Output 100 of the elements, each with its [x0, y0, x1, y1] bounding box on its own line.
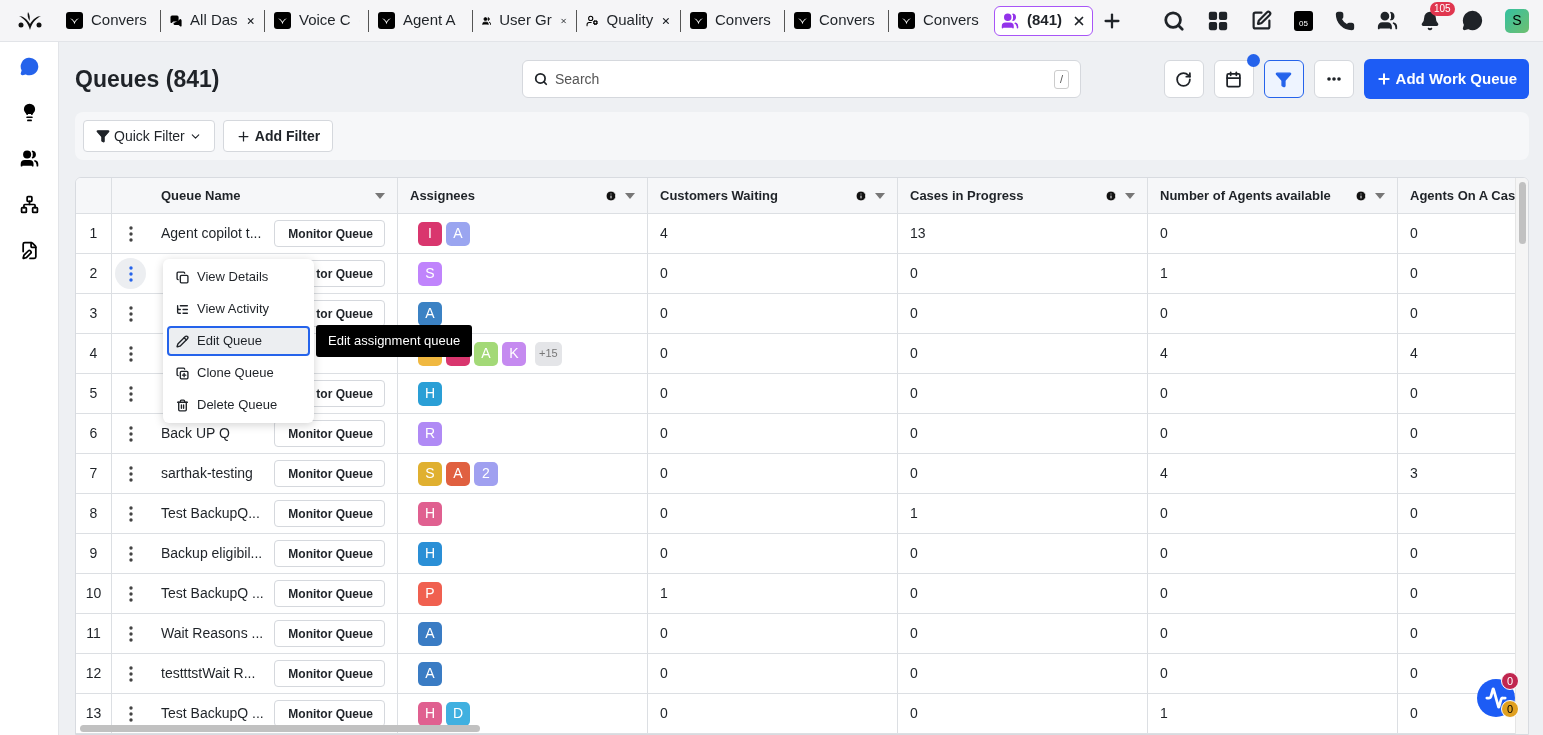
sort-caret-icon[interactable] — [1125, 192, 1135, 199]
column-header[interactable]: Queue Name — [149, 178, 398, 213]
add-work-queue-button[interactable]: Add Work Queue — [1363, 59, 1529, 99]
table-cell-text: 0 — [1410, 584, 1418, 603]
table-cell-text: 4 — [1160, 464, 1168, 483]
monitor-queue-button[interactable]: Monitor Queue — [274, 660, 385, 687]
grid-icon[interactable] — [1207, 9, 1229, 32]
queue-name: Agent copilot t... — [161, 224, 262, 243]
table-cell-text: 0 — [910, 424, 918, 443]
row-number: 2 — [76, 254, 112, 293]
calendar-icon[interactable]: 05 — [1294, 10, 1313, 31]
app-tab[interactable]: Convers — [683, 5, 782, 36]
phone-icon[interactable] — [1335, 10, 1355, 31]
filter-button[interactable] — [1263, 60, 1304, 98]
sort-caret-icon[interactable] — [1375, 192, 1385, 199]
table-cell-text: 0 — [1160, 304, 1168, 323]
monitor-queue-button[interactable]: Monitor Queue — [274, 540, 385, 567]
row-number: 9 — [76, 534, 112, 573]
more-icon — [128, 545, 133, 562]
queue-name: Test BackupQ ... — [161, 704, 264, 723]
row-number: 8 — [76, 494, 112, 533]
app-tab[interactable]: Quality — [579, 5, 678, 36]
row-menu-button[interactable] — [115, 258, 146, 289]
menu-item[interactable]: Edit Queue — [167, 326, 310, 356]
more-icon — [128, 705, 133, 722]
assignee-avatar: S — [418, 261, 442, 286]
assignee-avatar: H — [418, 701, 442, 726]
table-cell-text: 0 — [910, 464, 918, 483]
app-icon — [66, 12, 83, 29]
assignee-avatar: A — [418, 301, 442, 326]
app-icon — [274, 12, 291, 29]
table-cell-text: 0 — [1410, 224, 1418, 243]
assignee-avatar: A — [418, 621, 442, 646]
app-tab[interactable]: Convers — [787, 5, 886, 36]
app-tab[interactable]: User Gr — [475, 5, 574, 36]
column-header[interactable]: Agents On A Cas — [1398, 178, 1516, 213]
calendar-button[interactable] — [1213, 60, 1254, 98]
row-number: 3 — [76, 294, 112, 333]
table-cell-text: 0 — [1160, 224, 1168, 243]
monitor-queue-button[interactable]: Monitor Queue — [274, 220, 385, 247]
app-tab[interactable]: (841) — [994, 5, 1093, 36]
app-tab[interactable]: Voice C — [267, 5, 366, 36]
app-icon — [898, 12, 915, 29]
monitor-queue-button[interactable]: Monitor Queue — [274, 620, 385, 647]
table-cell-text: 0 — [1410, 624, 1418, 643]
pulse-icon — [1485, 687, 1507, 709]
scrollbar-thumb[interactable] — [1519, 182, 1526, 244]
page-title: Queues (841) — [75, 64, 221, 94]
team-icon[interactable] — [1377, 10, 1398, 31]
assignee-avatar: 2 — [474, 461, 498, 486]
chat-icon[interactable] — [1462, 10, 1483, 31]
queue-name: Wait Reasons ... — [161, 624, 264, 643]
column-header[interactable]: Assignees — [398, 178, 648, 213]
table-cell-text: 0 — [910, 664, 918, 683]
table-cell-text: 0 — [660, 704, 668, 723]
table-cell-text: 0 — [1410, 544, 1418, 563]
user-avatar[interactable]: S — [1505, 8, 1529, 33]
row-number: 12 — [76, 654, 112, 693]
assignee-avatar: A — [446, 221, 470, 246]
more-icon — [1326, 77, 1341, 81]
scrollbar-thumb[interactable] — [80, 725, 480, 732]
column-header[interactable]: Cases in Progress — [898, 178, 1148, 213]
search-icon[interactable] — [1163, 9, 1185, 32]
bell-icon[interactable] — [1420, 10, 1440, 31]
clone-icon — [176, 366, 189, 380]
edit-icon — [19, 240, 39, 260]
table-cell-text: 0 — [660, 664, 668, 683]
more-icon — [128, 625, 133, 642]
row-number: 5 — [76, 374, 112, 413]
table-cell-text: 0 — [660, 624, 668, 643]
table-cell-text: 13 — [910, 224, 926, 243]
compose-icon[interactable] — [1251, 10, 1272, 31]
monitor-queue-button[interactable]: Monitor Queue — [274, 500, 385, 527]
sort-caret-icon[interactable] — [375, 192, 385, 199]
monitor-queue-button[interactable]: Monitor Queue — [274, 460, 385, 487]
queue-name: sarthak-testing — [161, 464, 253, 483]
users-icon — [1001, 11, 1019, 30]
filter-button[interactable]: Add Filter — [222, 120, 334, 152]
plus-icon — [1375, 71, 1392, 87]
queue-name: testttstWait R... — [161, 664, 256, 683]
column-header[interactable]: Number of Agents available — [1148, 178, 1398, 213]
queue-name: Back UP Q — [161, 424, 230, 443]
column-header[interactable]: Customers Waiting — [648, 178, 898, 213]
app-tab[interactable]: Convers — [891, 5, 990, 36]
users-icon — [19, 148, 39, 168]
app-tab[interactable]: Convers — [59, 5, 158, 36]
table-cell-text: 0 — [1410, 664, 1418, 683]
more-icon — [128, 425, 133, 442]
filter-button[interactable]: Quick Filter — [83, 120, 215, 152]
sort-caret-icon[interactable] — [625, 192, 635, 199]
assignee-avatar: A — [418, 661, 442, 686]
app-tab[interactable]: All Das — [163, 5, 262, 36]
monitor-queue-button[interactable]: Monitor Queue — [274, 580, 385, 607]
trash-icon — [176, 398, 189, 412]
sort-caret-icon[interactable] — [875, 192, 885, 199]
more-button[interactable] — [1313, 60, 1354, 98]
table-cell-text: 0 — [910, 704, 918, 723]
app-tab[interactable]: Agent A — [371, 5, 470, 36]
refresh-button[interactable] — [1163, 60, 1204, 98]
table-cell-text: 0 — [1410, 264, 1418, 283]
